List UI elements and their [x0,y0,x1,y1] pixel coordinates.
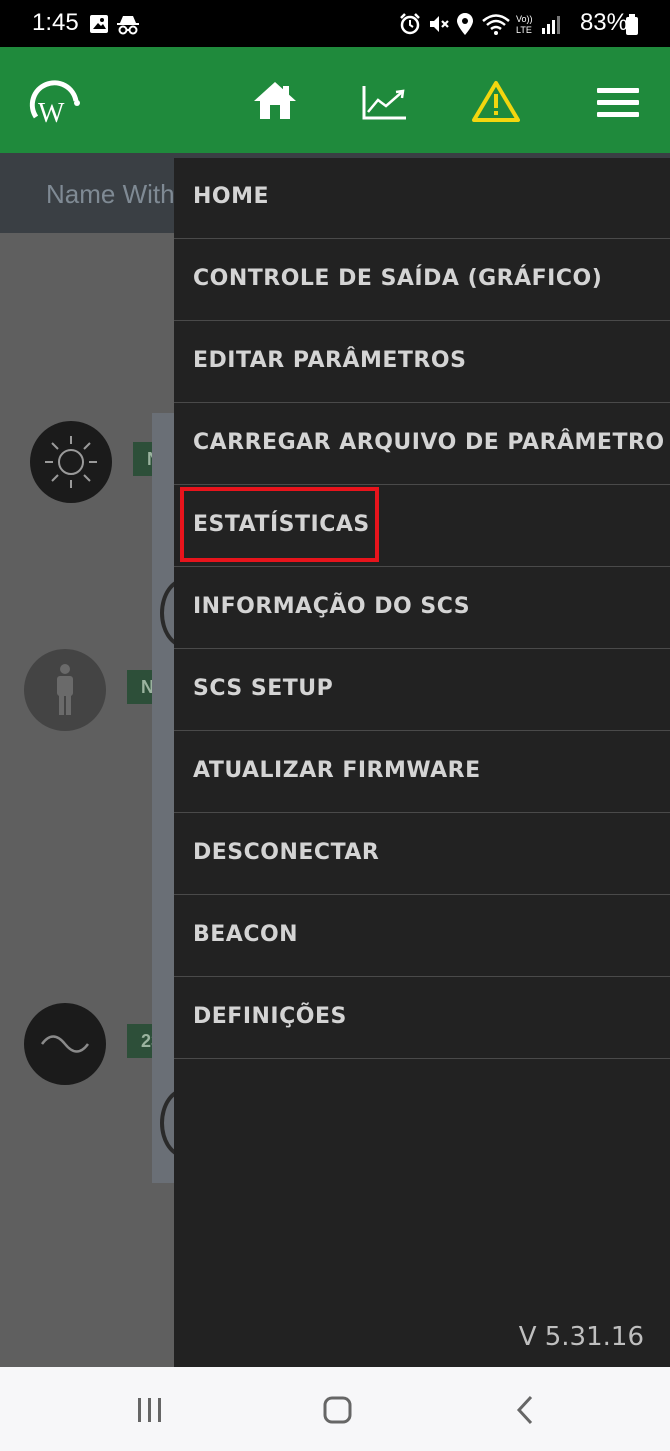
name-field[interactable]: Name With [46,179,175,210]
menu-item-scs-setup[interactable]: SCS SETUP [174,650,670,731]
sun-icon [45,436,97,488]
menu-item-informacao-do-scs[interactable]: INFORMAÇÃO DO SCS [174,568,670,649]
menu-item-label: SCS SETUP [193,676,334,701]
menu-item-definicoes[interactable]: DEFINIÇÕES [174,978,670,1059]
mute-icon [430,16,449,32]
menu-item-label: HOME [193,184,270,209]
gallery-icon [90,15,108,33]
chart-icon[interactable] [362,84,408,120]
menu-item-controle-de-saida[interactable]: CONTROLE DE SAÍDA (GRÁFICO) [174,240,670,321]
incognito-icon [117,16,139,35]
highlight-box [180,487,379,562]
battery-percent: 83% [579,9,628,36]
hamburger-icon[interactable] [596,87,640,119]
menu-item-atualizar-firmware[interactable]: ATUALIZAR FIRMWARE [174,732,670,813]
ac-wave-icon [40,1035,90,1053]
location-icon [457,13,473,35]
menu-item-label: BEACON [193,922,299,947]
w-logo[interactable]: W [24,77,84,127]
light-sensor-button[interactable] [30,421,112,503]
menu-item-label: DEFINIÇÕES [193,1004,347,1029]
background-panel [152,413,174,1183]
svg-text:W: W [38,98,65,127]
app-header: W [0,47,670,153]
menu-item-desconectar[interactable]: DESCONECTAR [174,814,670,895]
voltage-button[interactable] [24,1003,106,1085]
battery-icon [626,14,638,35]
menu-item-carregar-arquivo[interactable]: CARREGAR ARQUIVO DE PARÂMETRO [174,404,670,485]
person-icon [57,664,73,715]
menu-item-label: DESCONECTAR [193,840,380,865]
motion-sensor-button[interactable] [24,649,106,731]
recent-apps-icon[interactable] [136,1397,164,1423]
app-version: V 5.31.16 [518,1322,644,1352]
signal-icon [542,16,560,34]
home-icon[interactable] [252,79,298,121]
warning-icon[interactable] [472,80,520,122]
menu-item-label: EDITAR PARÂMETROS [193,348,467,373]
volte-icon: Vo)) LTE [516,14,533,35]
home-nav-icon[interactable] [323,1396,353,1424]
status-time: 1:45 [32,9,79,36]
system-nav-bar [0,1367,670,1451]
menu-item-label: CONTROLE DE SAÍDA (GRÁFICO) [193,266,603,291]
menu-item-home[interactable]: HOME [174,158,670,239]
svg-text:Vo)): Vo)) [516,14,533,24]
alarm-icon [400,13,420,35]
menu-item-label: ATUALIZAR FIRMWARE [193,758,481,783]
menu-item-editar-parametros[interactable]: EDITAR PARÂMETROS [174,322,670,403]
menu-item-beacon[interactable]: BEACON [174,896,670,977]
wifi-icon [482,14,510,35]
menu-item-label: INFORMAÇÃO DO SCS [193,594,471,619]
menu-item-label: CARREGAR ARQUIVO DE PARÂMETRO [193,430,665,455]
back-icon[interactable] [514,1395,536,1425]
status-bar: 1:45 Vo)) LTE 83% [0,0,670,47]
navigation-drawer: HOME CONTROLE DE SAÍDA (GRÁFICO) EDITAR … [174,158,670,1367]
svg-text:LTE: LTE [516,25,532,35]
